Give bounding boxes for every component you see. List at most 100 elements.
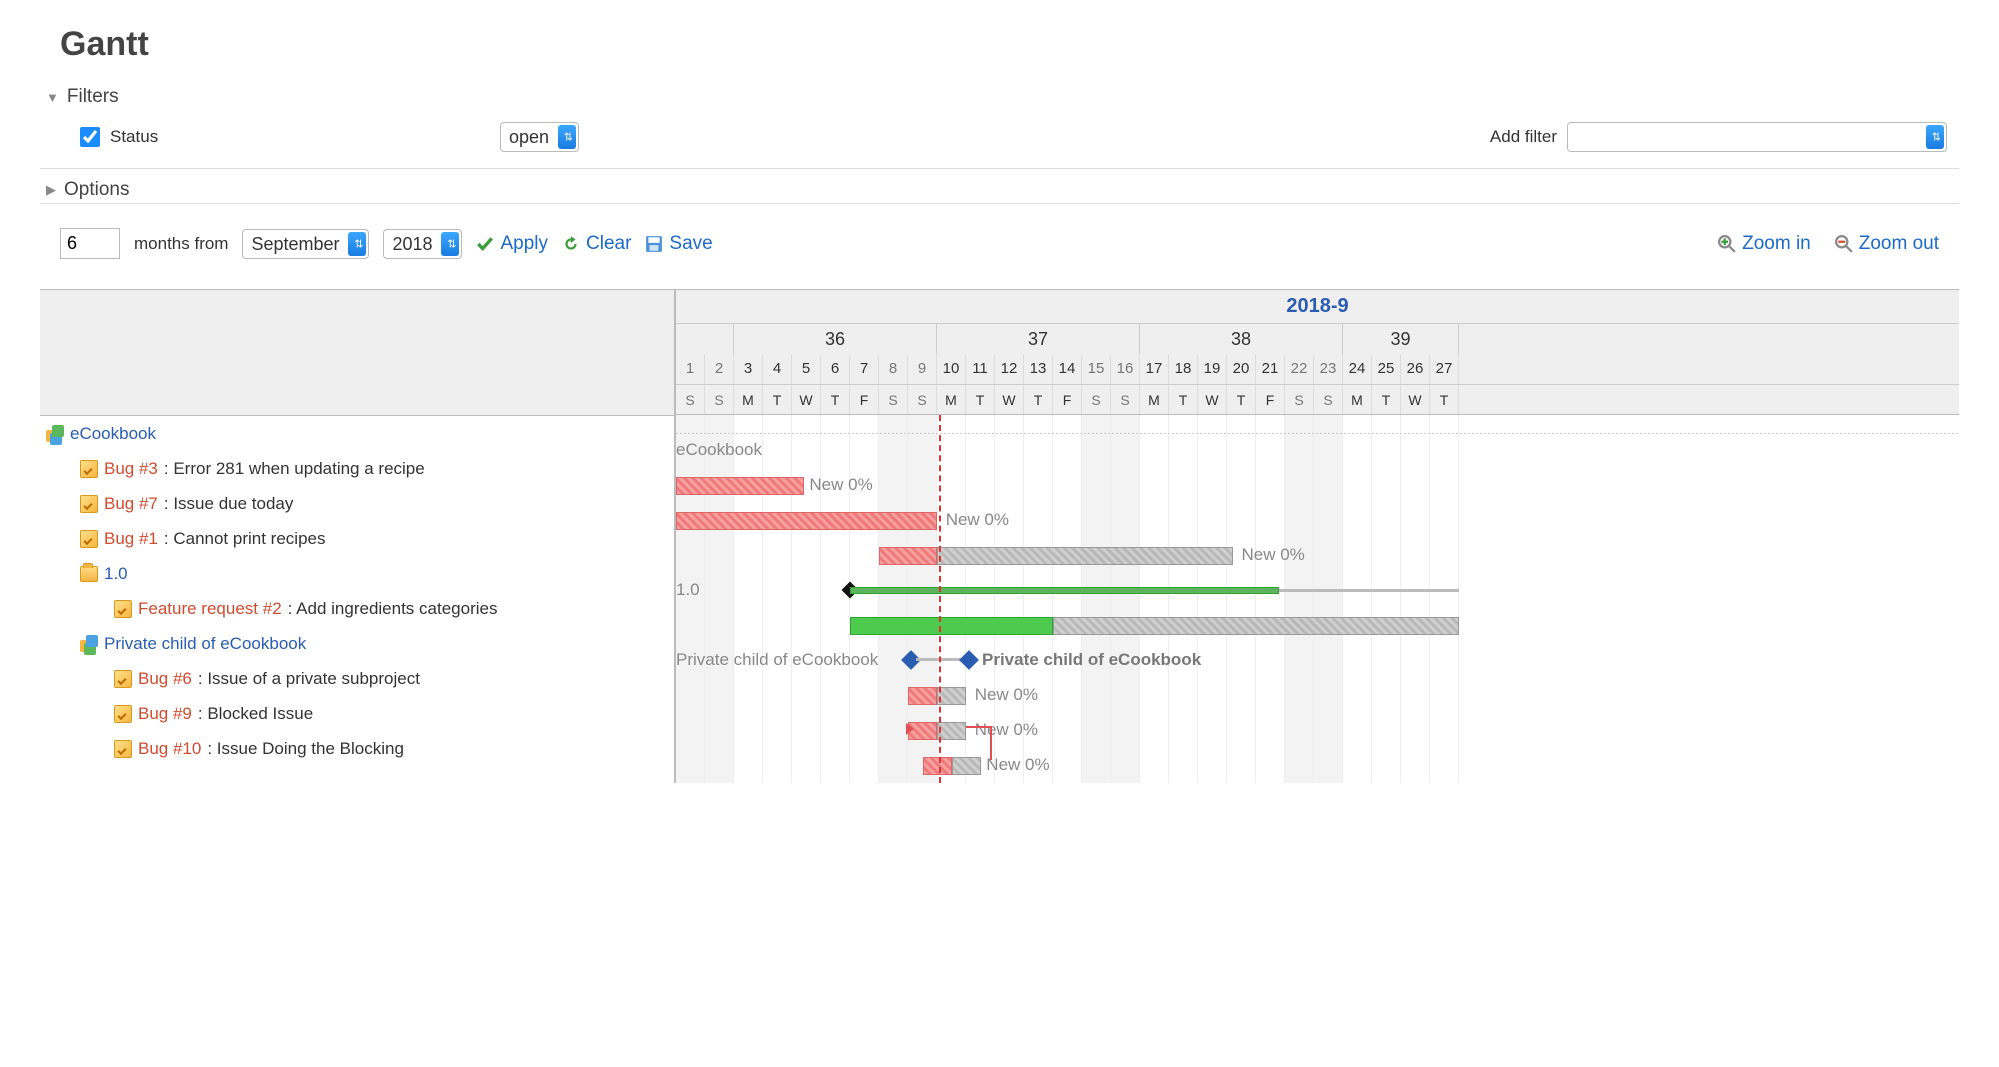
- issue-title: : Issue due today: [164, 494, 293, 514]
- issue-id-link[interactable]: Bug #6: [138, 669, 192, 689]
- version-link[interactable]: 1.0: [104, 564, 128, 584]
- week-header-cell: 37: [937, 324, 1140, 354]
- zoom-out-button[interactable]: Zoom out: [1835, 233, 1939, 255]
- task-status-label: New 0%: [1242, 545, 1305, 565]
- today-line: [939, 415, 941, 783]
- page-title: Gantt: [60, 25, 1939, 64]
- project-row[interactable]: Private child of eCookbook: [40, 626, 674, 661]
- year-select[interactable]: 2018: [383, 229, 462, 259]
- weekday-header-cell: M: [937, 385, 966, 414]
- task-bar[interactable]: [1053, 617, 1459, 635]
- task-bar[interactable]: [937, 687, 966, 705]
- weekday-header-cell: T: [1430, 385, 1459, 414]
- version-row[interactable]: 1.0: [40, 556, 674, 591]
- weekday-header-cell: T: [1227, 385, 1256, 414]
- gantt-bar-row: New 0%: [676, 678, 1959, 713]
- add-filter-select[interactable]: [1567, 122, 1947, 152]
- version-bar[interactable]: [850, 587, 1279, 594]
- issue-id-link[interactable]: Bug #1: [104, 529, 158, 549]
- issue-icon: [114, 670, 132, 688]
- task-status-label: New 0%: [986, 755, 1049, 775]
- day-header-cell: 24: [1343, 354, 1372, 384]
- task-status-label: eCookbook: [676, 440, 762, 460]
- issue-row[interactable]: Bug #10: Issue Doing the Blocking: [40, 731, 674, 766]
- gantt-bar-row: [676, 608, 1959, 643]
- week-header-cell: 38: [1140, 324, 1343, 354]
- status-filter-label: Status: [110, 127, 158, 147]
- issue-icon: [80, 495, 98, 513]
- issue-row[interactable]: Bug #9: Blocked Issue: [40, 696, 674, 731]
- issue-row[interactable]: Bug #7 : Issue due today: [40, 486, 674, 521]
- task-status-label: New 0%: [809, 475, 872, 495]
- gantt-bar-row: New 0%: [676, 468, 1959, 503]
- clear-button[interactable]: Clear: [562, 233, 631, 255]
- issue-id-link[interactable]: Bug #7: [104, 494, 158, 514]
- task-status-label: 1.0: [676, 580, 700, 600]
- reload-icon: [562, 235, 580, 253]
- project-link[interactable]: eCookbook: [70, 424, 156, 444]
- filters-legend[interactable]: ▼ Filters: [40, 84, 125, 110]
- gantt-bar-row: New 0%: [676, 503, 1959, 538]
- task-bar[interactable]: [879, 547, 937, 565]
- weekday-header-cell: M: [734, 385, 763, 414]
- issue-row[interactable]: Bug #3 : Error 281 when updating a recipe: [40, 451, 674, 486]
- month-select[interactable]: September: [242, 229, 369, 259]
- day-header-cell: 5: [792, 354, 821, 384]
- day-header-cell: 18: [1169, 354, 1198, 384]
- day-header-cell: 2: [705, 354, 734, 384]
- weekday-header-cell: T: [966, 385, 995, 414]
- task-bar[interactable]: [908, 687, 937, 705]
- day-header-cell: 26: [1401, 354, 1430, 384]
- issue-title: : Error 281 when updating a recipe: [164, 459, 425, 479]
- check-icon: [476, 235, 494, 253]
- day-header-cell: 8: [879, 354, 908, 384]
- issue-row[interactable]: Bug #6: Issue of a private subproject: [40, 661, 674, 696]
- project-link[interactable]: Private child of eCookbook: [104, 634, 306, 654]
- day-header-cell: 23: [1314, 354, 1343, 384]
- options-legend[interactable]: ▶ Options: [40, 177, 135, 203]
- weekday-header-cell: F: [850, 385, 879, 414]
- day-header-cell: 16: [1111, 354, 1140, 384]
- months-input[interactable]: [60, 228, 120, 259]
- status-operator-select-wrap: open: [500, 122, 579, 152]
- weekday-header-cell: W: [1401, 385, 1430, 414]
- issue-id-link[interactable]: Bug #9: [138, 704, 192, 724]
- zoom-in-button[interactable]: Zoom in: [1718, 233, 1811, 255]
- weekday-header-cell: S: [676, 385, 705, 414]
- task-bar[interactable]: [937, 547, 1233, 565]
- day-header-cell: 13: [1024, 354, 1053, 384]
- save-icon: [645, 235, 663, 253]
- weekday-header-cell: S: [908, 385, 937, 414]
- issue-id-link[interactable]: Bug #3: [104, 459, 158, 479]
- timeline-header: 2018-9 36373839 123456789101112131415161…: [676, 290, 1959, 415]
- day-header-cell: 15: [1082, 354, 1111, 384]
- project-icon: [80, 635, 98, 653]
- save-button[interactable]: Save: [645, 233, 712, 255]
- task-bar[interactable]: [923, 757, 952, 775]
- weekday-header-cell: S: [1314, 385, 1343, 414]
- apply-button[interactable]: Apply: [476, 233, 548, 255]
- issue-row[interactable]: Feature request #2: Add ingredients cate…: [40, 591, 674, 626]
- day-header-cell: 17: [1140, 354, 1169, 384]
- task-bar[interactable]: [937, 722, 966, 740]
- status-operator-select[interactable]: open: [500, 122, 579, 152]
- task-bar[interactable]: [676, 477, 804, 495]
- task-bar[interactable]: [850, 617, 1053, 635]
- issue-icon: [114, 740, 132, 758]
- day-header-cell: 10: [937, 354, 966, 384]
- issue-id-link[interactable]: Feature request #2: [138, 599, 282, 619]
- issue-row[interactable]: Bug #1: Cannot print recipes: [40, 521, 674, 556]
- weekday-header-cell: F: [1256, 385, 1285, 414]
- status-filter-checkbox[interactable]: [80, 127, 100, 147]
- filters-label: Filters: [67, 86, 119, 108]
- task-status-label: Private child of eCookbook: [676, 650, 878, 670]
- weekday-header-cell: M: [1343, 385, 1372, 414]
- gantt-subjects-column: eCookbook Bug #3 : Error 281 when updating…: [40, 290, 676, 783]
- task-bar[interactable]: [676, 512, 937, 530]
- weekday-header-cell: S: [879, 385, 908, 414]
- weekday-header-cell: W: [995, 385, 1024, 414]
- issue-id-link[interactable]: Bug #10: [138, 739, 201, 759]
- day-header-cell: 7: [850, 354, 879, 384]
- week-header-cell: 39: [1343, 324, 1459, 354]
- project-row[interactable]: eCookbook: [40, 416, 674, 451]
